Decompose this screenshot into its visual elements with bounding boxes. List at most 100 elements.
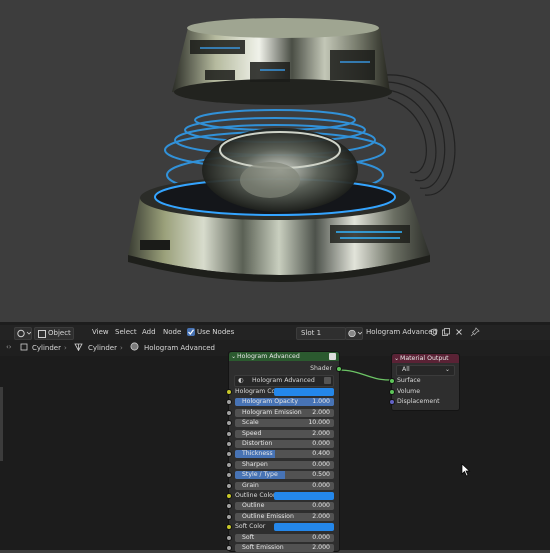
value-input-socket[interactable]	[226, 472, 232, 479]
value-input-socket[interactable]	[226, 451, 232, 458]
surface-input-label: Surface	[397, 377, 421, 384]
value-slider[interactable]: Soft 0.000	[235, 533, 334, 542]
volume-input-row: Volume	[389, 387, 459, 397]
color-input-socket[interactable]	[226, 389, 232, 395]
input-row: Speed 2.000	[226, 429, 339, 439]
input-row: Hologram Emission 2.000	[226, 408, 339, 418]
input-label: Outline Emission	[242, 512, 294, 520]
input-label: Thickness	[242, 450, 273, 458]
input-value: 2.000	[312, 408, 330, 416]
value-input-socket[interactable]	[226, 441, 232, 447]
surface-input-row: Surface	[389, 376, 459, 386]
material-output-title: Material Output	[400, 355, 449, 362]
value-input-socket[interactable]	[226, 409, 232, 416]
input-label: Outline	[242, 502, 265, 510]
value-slider[interactable]: Style / Type 0.500	[235, 471, 334, 480]
node-group-icon	[329, 353, 336, 360]
shader-output-socket[interactable]	[336, 366, 342, 372]
value-slider[interactable]: Thickness 0.400	[235, 450, 334, 459]
input-row: Outline 0.000	[226, 501, 339, 511]
input-label: Sharpen	[242, 460, 268, 468]
input-label: Hologram Emission	[242, 408, 302, 416]
color-input-socket[interactable]	[226, 493, 232, 499]
input-value: 10.000	[308, 419, 330, 427]
collapse-arrow-icon[interactable]: ⌄	[231, 352, 236, 361]
value-input-socket[interactable]	[226, 482, 232, 489]
color-input-socket[interactable]	[226, 524, 232, 531]
input-row: Sharpen 0.000	[226, 460, 339, 470]
value-input-socket[interactable]	[226, 420, 232, 427]
input-label: Speed	[242, 429, 262, 437]
shader-output-row: Shader	[229, 364, 342, 374]
input-label: Soft Color	[235, 523, 266, 531]
input-row: Grain 0.000	[226, 481, 339, 491]
mouse-cursor-icon	[461, 463, 471, 477]
hologram-group-node[interactable]: ⌄ Hologram Advanced Shader ◐ Hologram Ad…	[226, 351, 342, 553]
target-value: All	[402, 366, 410, 373]
input-value: 0.500	[312, 471, 330, 479]
input-value: 1.000	[312, 398, 330, 406]
fake-user-icon[interactable]	[324, 377, 331, 384]
input-value: 0.000	[312, 440, 330, 447]
surface-input-socket[interactable]	[389, 378, 395, 384]
target-dropdown[interactable]: All ⌄	[396, 365, 455, 376]
input-row: Scale 10.000	[226, 418, 339, 428]
input-value: 0.400	[312, 450, 330, 458]
material-output-header[interactable]: ⌄ Material Output	[392, 354, 459, 363]
value-slider[interactable]: Grain 0.000	[235, 481, 334, 490]
displacement-input-socket[interactable]	[389, 399, 395, 405]
input-row: Outline Emission 2.000	[226, 512, 339, 522]
color-swatch[interactable]	[274, 492, 334, 500]
input-value: 2.000	[312, 544, 330, 551]
input-row: Hologram Color	[226, 387, 339, 397]
input-row: Thickness 0.400	[226, 449, 339, 459]
displacement-input-label: Displacement	[397, 398, 440, 405]
input-label: Soft	[242, 533, 255, 541]
value-input-socket[interactable]	[226, 399, 232, 406]
value-slider[interactable]: Outline Emission 2.000	[235, 512, 334, 521]
value-slider[interactable]: Soft Emission 2.000	[235, 544, 334, 552]
volume-input-label: Volume	[397, 388, 421, 395]
value-slider[interactable]: Hologram Opacity 1.000	[235, 398, 334, 407]
group-node-header[interactable]: ⌄ Hologram Advanced	[229, 352, 339, 361]
value-input-socket[interactable]	[226, 430, 232, 437]
value-slider[interactable]: Sharpen 0.000	[235, 460, 334, 469]
input-label: Hologram Opacity	[242, 398, 298, 406]
input-value: 2.000	[312, 512, 330, 520]
color-swatch[interactable]	[274, 388, 334, 396]
chevron-down-icon: ⌄	[444, 366, 450, 373]
input-value: 0.000	[312, 481, 330, 489]
input-value: 0.000	[312, 502, 330, 510]
input-value: 0.000	[312, 533, 330, 541]
node-tree-icon: ◐	[238, 377, 244, 384]
value-input-socket[interactable]	[226, 545, 232, 551]
value-input-socket[interactable]	[226, 513, 232, 520]
input-row: Soft 0.000	[226, 533, 339, 543]
shader-output-label: Shader	[310, 365, 332, 372]
value-slider[interactable]: Outline 0.000	[235, 502, 334, 511]
input-row: Soft Emission 2.000	[226, 543, 339, 553]
value-slider[interactable]: Scale 10.000	[235, 419, 334, 428]
input-value: 2.000	[312, 429, 330, 437]
value-slider[interactable]: Hologram Emission 2.000	[235, 408, 334, 417]
value-slider[interactable]: Distortion 0.000	[235, 440, 334, 448]
input-row: Hologram Opacity 1.000	[226, 397, 339, 407]
group-datablock-field[interactable]: ◐ Hologram Advanced	[234, 375, 334, 387]
input-row: Outline Color	[226, 491, 339, 501]
group-node-title: Hologram Advanced	[237, 353, 300, 360]
group-datablock-row: ◐ Hologram Advanced	[229, 375, 339, 387]
value-slider[interactable]: Speed 2.000	[235, 429, 334, 438]
input-label: Style / Type	[242, 471, 278, 479]
value-input-socket[interactable]	[226, 461, 232, 468]
value-input-socket[interactable]	[226, 534, 232, 541]
input-row: Soft Color	[226, 522, 339, 532]
value-input-socket[interactable]	[226, 503, 232, 510]
volume-input-socket[interactable]	[389, 389, 395, 395]
group-name: Hologram Advanced	[252, 377, 315, 384]
input-label: Distortion	[242, 440, 273, 447]
color-swatch[interactable]	[274, 523, 334, 532]
material-output-node[interactable]: ⌄ Material Output All ⌄ Surface Volume D…	[389, 353, 460, 411]
collapse-arrow-icon[interactable]: ⌄	[394, 354, 399, 363]
input-label: Outline Color	[235, 492, 276, 499]
input-label: Grain	[242, 481, 259, 489]
